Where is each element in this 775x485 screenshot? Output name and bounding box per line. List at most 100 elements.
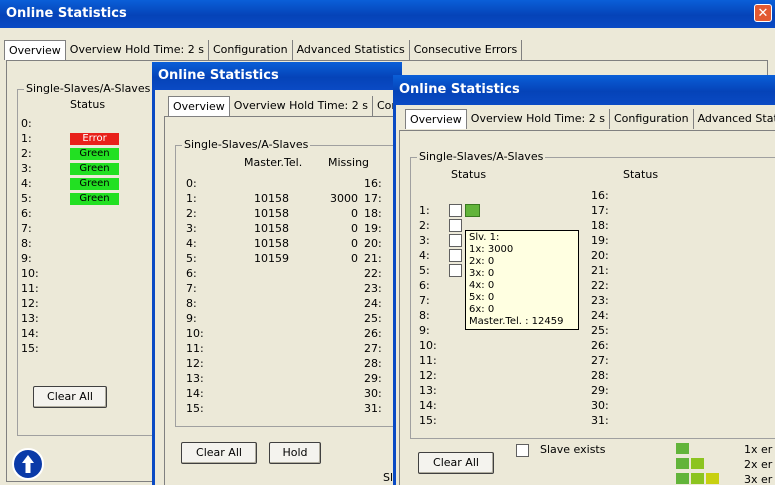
row-label: 25: xyxy=(364,312,382,325)
row-label: 10: xyxy=(419,339,437,352)
middle-slaves-group: Single-Slaves/A-Slaves Master.Tel. Missi… xyxy=(175,138,402,427)
row-label: 12: xyxy=(419,369,437,382)
row-label: 22: xyxy=(364,267,382,280)
row-label: 2: xyxy=(21,147,32,160)
row-label: 9: xyxy=(186,312,197,325)
row-label: 11: xyxy=(21,282,39,295)
tab-overview-hold[interactable]: Overview Hold Time: 2 s xyxy=(229,96,373,116)
row-label: 15: xyxy=(21,342,39,355)
tab-overview[interactable]: Overview xyxy=(405,109,467,129)
row-label: 12: xyxy=(21,297,39,310)
tab-overview-hold[interactable]: Overview Hold Time: 2 s xyxy=(65,40,209,60)
row-label: 13: xyxy=(21,312,39,325)
status-header-right: Status xyxy=(623,168,659,181)
middle-title-bar[interactable]: Online Statistics xyxy=(152,62,402,90)
back-status-header: Status xyxy=(70,98,106,111)
row-label: 24: xyxy=(591,309,609,322)
row-label: 18: xyxy=(591,219,609,232)
tab-overview-hold[interactable]: Overview Hold Time: 2 s xyxy=(466,109,610,129)
missing-value: 0 xyxy=(351,222,358,235)
master-tel-value: 10158 xyxy=(254,207,289,220)
row-label: 14: xyxy=(186,387,204,400)
missing-value: 3000 xyxy=(330,192,358,205)
front-clear-all-button[interactable]: Clear All xyxy=(418,452,494,474)
tab-configuration[interactable]: Configuration xyxy=(609,109,694,129)
row-label: 11: xyxy=(419,354,437,367)
row-label: 31: xyxy=(591,414,609,427)
front-tab-panel: Single-Slaves/A-Slaves Status Status 1: … xyxy=(399,130,775,485)
row-label: 5: xyxy=(419,264,430,277)
row-label: 30: xyxy=(591,399,609,412)
row-label: 19: xyxy=(364,222,382,235)
tab-configuration[interactable]: Configuration xyxy=(208,40,293,60)
legend-2x-label: 2x er xyxy=(744,458,773,471)
row-label: 27: xyxy=(364,342,382,355)
missing-header: Missing xyxy=(328,156,370,169)
legend-3x-swatch xyxy=(691,473,704,484)
legend-3x-label: 3x er xyxy=(744,473,773,485)
row-label: 29: xyxy=(364,372,382,385)
missing-value: 0 xyxy=(351,207,358,220)
slave-status-checkbox[interactable] xyxy=(449,249,462,262)
master-tel-value: 10159 xyxy=(254,252,289,265)
missing-column: 3000 0 0 0 0 xyxy=(326,176,358,266)
row-label: 19: xyxy=(591,234,609,247)
master-tel-value: 10158 xyxy=(254,237,289,250)
tab-advanced-statistics[interactable]: Advanced Statistics xyxy=(693,109,775,129)
row-label: 6: xyxy=(186,267,197,280)
status-badge-green: Green xyxy=(70,148,119,160)
row-label: 5: xyxy=(186,252,197,265)
row-label: 15: xyxy=(186,402,204,415)
row-label: 8: xyxy=(21,237,32,250)
tooltip-line: 6x: 0 xyxy=(469,304,495,315)
status-badge-error: Error xyxy=(70,133,119,145)
tab-advanced-statistics[interactable]: Advanced Statistics xyxy=(292,40,410,60)
missing-value: 0 xyxy=(351,237,358,250)
back-tabs: Overview Overview Hold Time: 2 s Configu… xyxy=(4,40,523,60)
row-label: 1: xyxy=(21,132,32,145)
row-label: 29: xyxy=(591,384,609,397)
middle-row-labels-left: 0: 1: 2: 3: 4: 5: 6: 7: 8: 9: 10: 11: 12… xyxy=(186,176,204,416)
arrow-up-circle-icon[interactable] xyxy=(12,448,44,480)
row-label: 11: xyxy=(186,342,204,355)
legend-3x-swatch xyxy=(706,473,719,484)
back-title-bar[interactable]: Online Statistics ✕ xyxy=(0,0,775,28)
status-badge-green: Green xyxy=(70,178,119,190)
row-label: 9: xyxy=(419,324,430,337)
row-label: 27: xyxy=(591,354,609,367)
middle-row-labels-right: 16: 17: 18: 19: 20: 21: 22: 23: 24: 25: … xyxy=(364,176,382,416)
slave-status-checkbox[interactable] xyxy=(449,219,462,232)
missing-value xyxy=(326,176,358,191)
row-label: 7: xyxy=(186,282,197,295)
slave-status-checkbox[interactable] xyxy=(449,204,462,217)
row-label: 0: xyxy=(186,177,197,190)
row-label: 9: xyxy=(21,252,32,265)
row-label: 4: xyxy=(419,249,430,262)
row-label: 13: xyxy=(186,372,204,385)
tab-overview[interactable]: Overview xyxy=(168,96,230,116)
back-row-labels: 0: 1: 2: 3: 4: 5: 6: 7: 8: 9: 10: 11: 12… xyxy=(21,116,39,356)
row-label: 5: xyxy=(21,192,32,205)
row-label: 3: xyxy=(186,222,197,235)
master-tel-value: 10158 xyxy=(254,192,289,205)
middle-clear-all-button[interactable]: Clear All xyxy=(181,442,257,464)
row-label: 18: xyxy=(364,207,382,220)
hold-button[interactable]: Hold xyxy=(269,442,321,464)
row-label: 4: xyxy=(21,177,32,190)
middle-tabs: Overview Overview Hold Time: 2 s Configu xyxy=(168,96,402,116)
row-label: 12: xyxy=(186,357,204,370)
front-tabs: Overview Overview Hold Time: 2 s Configu… xyxy=(405,109,775,129)
tooltip-line: 1x: 3000 xyxy=(469,244,514,255)
row-label: 2: xyxy=(186,207,197,220)
legend-3x-swatch xyxy=(676,473,689,484)
row-label: 13: xyxy=(419,384,437,397)
slave-status-checkbox[interactable] xyxy=(449,264,462,277)
tab-overview[interactable]: Overview xyxy=(4,40,66,60)
close-button[interactable]: ✕ xyxy=(754,4,772,22)
row-label: 17: xyxy=(364,192,382,205)
tab-consecutive-errors[interactable]: Consecutive Errors xyxy=(409,40,523,60)
back-clear-all-button[interactable]: Clear All xyxy=(33,386,107,408)
front-title-bar[interactable]: Online Statistics xyxy=(393,75,775,105)
slave-status-checkbox[interactable] xyxy=(449,234,462,247)
front-slaves-group: Single-Slaves/A-Slaves Status Status 1: … xyxy=(410,150,775,439)
